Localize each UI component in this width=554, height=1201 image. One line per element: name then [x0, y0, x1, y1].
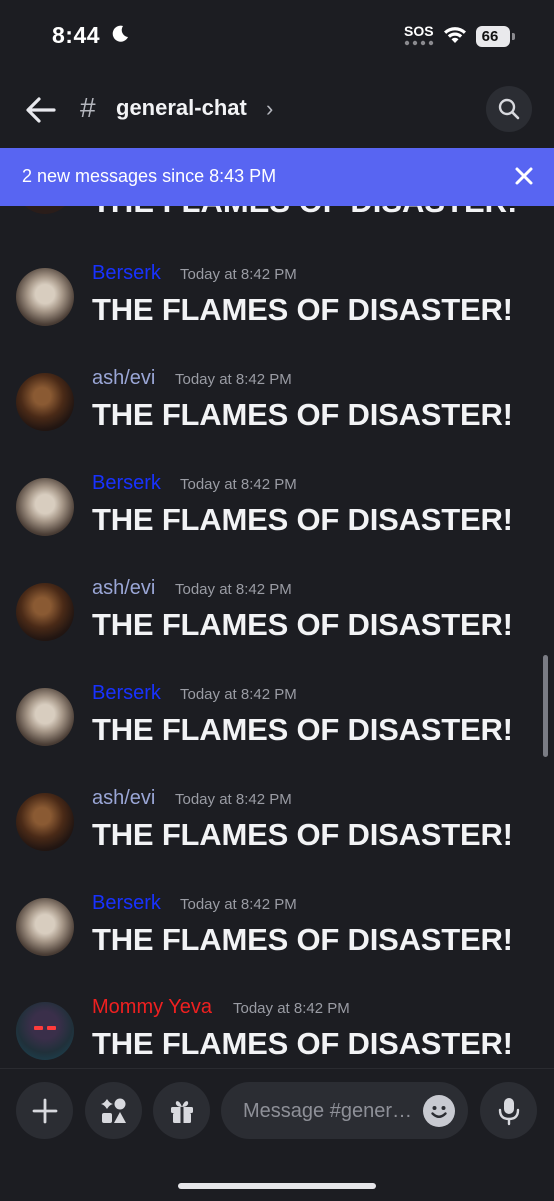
avatar[interactable] [16, 688, 74, 746]
battery-level: 66 [481, 28, 499, 45]
username[interactable]: Berserk [92, 892, 161, 915]
plus-icon [32, 1098, 57, 1123]
search-icon [498, 98, 520, 120]
message-text: THE FLAMES OF DISASTER! [92, 502, 513, 537]
message-text: THE FLAMES OF DISASTER! [92, 1026, 513, 1061]
message-item[interactable]: Berserk Today at 8:42 PM THE FLAMES OF D… [0, 466, 554, 570]
message-input[interactable] [241, 1082, 425, 1141]
avatar-eye [34, 1026, 43, 1030]
avatar[interactable] [16, 1002, 74, 1060]
username[interactable]: Berserk [92, 262, 161, 285]
message-item[interactable]: ash/evi Today at 8:42 PM THE FLAMES OF D… [0, 781, 554, 885]
emoji-icon[interactable] [423, 1095, 455, 1127]
message-text: THE FLAMES OF DISASTER! [92, 607, 513, 642]
close-icon[interactable] [513, 165, 535, 187]
avatar[interactable] [16, 268, 74, 326]
channel-title[interactable]: general-chat [116, 95, 247, 121]
hash-icon: # [80, 92, 96, 123]
gift-icon [170, 1100, 193, 1123]
message-timestamp: Today at 8:42 PM [180, 896, 297, 913]
status-time: 8:44 [52, 22, 101, 48]
new-messages-banner[interactable]: 2 new messages since 8:43 PM [0, 148, 554, 206]
username[interactable]: ash/evi [92, 577, 155, 600]
message-input-wrapper[interactable] [221, 1082, 468, 1141]
search-button[interactable] [486, 86, 532, 132]
message-list[interactable]: THE FLAMES OF DISASTER! Berserk Today at… [0, 206, 554, 1068]
smile-icon [431, 1106, 447, 1118]
message-timestamp: Today at 8:42 PM [175, 791, 292, 808]
gift-button[interactable] [153, 1082, 210, 1139]
username[interactable]: ash/evi [92, 367, 155, 390]
scrollbar[interactable] [543, 655, 548, 757]
moon-icon [112, 25, 128, 42]
message-item[interactable]: Berserk Today at 8:42 PM THE FLAMES OF D… [0, 886, 554, 990]
status-bar: 8:44 SOS 66 [0, 0, 554, 74]
avatar[interactable] [16, 898, 74, 956]
message-item[interactable]: Mommy Yeva Today at 8:42 PM THE FLAMES O… [0, 990, 554, 1068]
message-timestamp: Today at 8:42 PM [175, 581, 292, 598]
battery-icon: 66 [476, 26, 510, 47]
username[interactable]: ash/evi [92, 787, 155, 810]
avatar-eye [47, 1026, 56, 1030]
message-timestamp: Today at 8:42 PM [180, 686, 297, 703]
voice-button[interactable] [480, 1082, 537, 1139]
message-text: THE FLAMES OF DISASTER! [92, 712, 513, 747]
back-arrow-icon[interactable] [24, 93, 58, 127]
add-button[interactable] [16, 1082, 73, 1139]
avatar[interactable] [16, 583, 74, 641]
message-item[interactable]: ash/evi Today at 8:42 PM THE FLAMES OF D… [0, 361, 554, 465]
channel-header: # general-chat › [0, 74, 554, 148]
message-item[interactable]: Berserk Today at 8:42 PM THE FLAMES OF D… [0, 676, 554, 780]
avatar[interactable] [16, 373, 74, 431]
message-text: THE FLAMES OF DISASTER! [92, 206, 517, 220]
signal-dots-icon [404, 40, 434, 46]
home-indicator[interactable] [178, 1183, 376, 1189]
wifi-icon [444, 27, 466, 43]
username[interactable]: Mommy Yeva [92, 996, 212, 1019]
sos-label: SOS [404, 23, 434, 39]
message-text: THE FLAMES OF DISASTER! [92, 817, 513, 852]
new-messages-text: 2 new messages since 8:43 PM [22, 166, 277, 186]
apps-button[interactable] [85, 1082, 142, 1139]
message-text: THE FLAMES OF DISASTER! [92, 397, 513, 432]
message-timestamp: Today at 8:42 PM [233, 1000, 350, 1017]
username[interactable]: Berserk [92, 472, 161, 495]
chevron-right-icon[interactable]: › [266, 96, 273, 122]
message-text: THE FLAMES OF DISASTER! [92, 922, 513, 957]
message-text: THE FLAMES OF DISASTER! [92, 292, 513, 327]
apps-icon [100, 1098, 126, 1123]
message-composer [0, 1068, 554, 1201]
avatar[interactable] [16, 206, 74, 214]
message-timestamp: Today at 8:42 PM [175, 371, 292, 388]
avatar[interactable] [16, 478, 74, 536]
message-item[interactable]: Berserk Today at 8:42 PM THE FLAMES OF D… [0, 256, 554, 360]
message-item[interactable]: ash/evi Today at 8:42 PM THE FLAMES OF D… [0, 571, 554, 675]
battery-cap [512, 33, 515, 40]
message-timestamp: Today at 8:42 PM [180, 476, 297, 493]
microphone-icon [498, 1097, 519, 1125]
username[interactable]: Berserk [92, 682, 161, 705]
message-timestamp: Today at 8:42 PM [180, 266, 297, 283]
avatar[interactable] [16, 793, 74, 851]
